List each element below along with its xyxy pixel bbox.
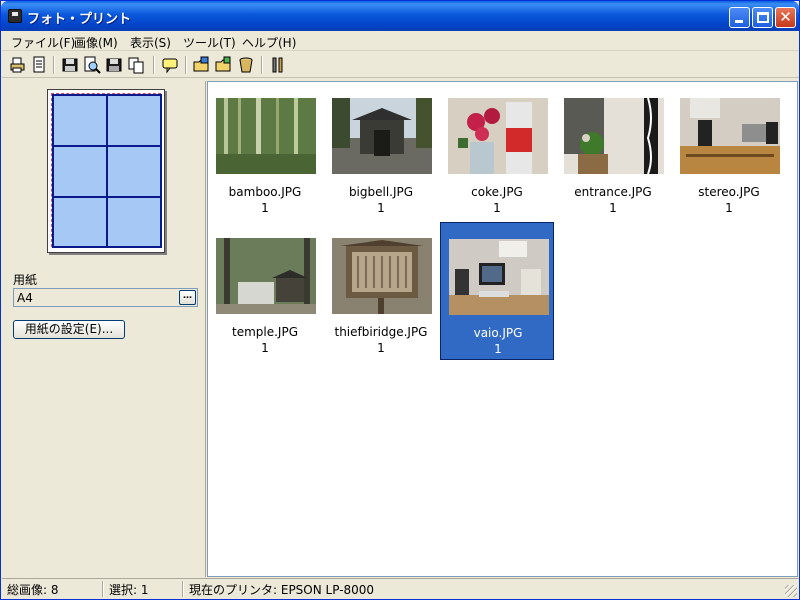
thumbnail-item[interactable]: temple.JPG 1 xyxy=(208,222,322,360)
menu-image[interactable]: 画像(M) xyxy=(74,34,118,51)
thumbnail-image-bamboo xyxy=(216,98,316,174)
layout-cell xyxy=(52,94,108,147)
thumbnail-name: vaio.JPG xyxy=(473,326,523,340)
zoom-print-icon[interactable] xyxy=(83,56,101,74)
printable-area xyxy=(51,93,162,248)
thumbnail-image-stereo xyxy=(680,98,780,174)
status-divider xyxy=(102,581,104,597)
menu-help[interactable]: ヘルプ(H) xyxy=(242,34,296,51)
paper-label: 用紙 xyxy=(13,273,38,287)
toolbar-separator xyxy=(53,56,55,74)
thumbnail-name: bamboo.JPG xyxy=(228,185,302,199)
copy-icon[interactable] xyxy=(127,56,145,74)
comment-icon[interactable] xyxy=(161,56,179,74)
paper-size-value: A4 xyxy=(17,291,33,305)
thumbnail-name: coke.JPG xyxy=(471,185,523,199)
thumbnail-grid[interactable]: bamboo.JPG 1 bigbell.JPG 1 coke.JPG 1 en… xyxy=(207,81,798,577)
open-folder-icon[interactable] xyxy=(193,56,211,74)
thumbnail-item[interactable]: bamboo.JPG 1 xyxy=(208,82,322,220)
add-folder-icon[interactable] xyxy=(215,56,233,74)
status-total-images: 総画像: 8 xyxy=(7,583,59,597)
thumbnail-image-entrance xyxy=(564,98,664,174)
status-divider xyxy=(182,581,184,597)
thumbnail-image-vaio xyxy=(449,239,549,315)
menu-bar: ファイル(F) 画像(M) 表示(S) ツール(T) ヘルプ(H) xyxy=(2,31,799,51)
thumbnail-count: 1 xyxy=(261,201,269,215)
thumbnail-image-thiefbiridge xyxy=(332,238,432,314)
layout-cell xyxy=(106,145,162,198)
save-as-icon[interactable] xyxy=(105,56,123,74)
thumbnail-count: 1 xyxy=(609,201,617,215)
maximize-icon xyxy=(757,12,769,23)
print-icon[interactable] xyxy=(9,56,27,74)
thumbnail-image-bigbell xyxy=(332,98,432,174)
paper-size-field[interactable]: A4 … xyxy=(13,288,198,307)
thumbnail-item[interactable]: thiefbiridge.JPG 1 xyxy=(324,222,438,360)
window-title: フォト・プリント xyxy=(27,12,132,27)
toolbar-separator xyxy=(153,56,155,74)
thumbnail-count: 1 xyxy=(377,341,385,355)
thumbnail-name: bigbell.JPG xyxy=(348,185,414,199)
layout-cell xyxy=(52,145,108,198)
maximize-button[interactable] xyxy=(752,7,773,28)
thumbnail-count: 1 xyxy=(494,342,502,356)
layout-cell xyxy=(106,196,162,248)
print-settings-pane: 用紙 A4 … 用紙の設定(E)... xyxy=(4,81,206,577)
preview-icon[interactable] xyxy=(31,56,49,74)
menu-tools[interactable]: ツール(T) xyxy=(183,34,236,51)
toolbar xyxy=(2,52,799,78)
title-bar[interactable]: フォト・プリント ✕ xyxy=(1,1,799,31)
status-bar: 総画像: 8 選択: 1 現在のプリンタ: EPSON LP-8000 xyxy=(2,578,799,599)
minimize-button[interactable] xyxy=(729,7,750,28)
printer-app-icon xyxy=(8,9,22,23)
menu-file[interactable]: ファイル(F) xyxy=(11,34,75,51)
paper-setup-button[interactable]: 用紙の設定(E)... xyxy=(13,320,125,339)
thumbnail-image-temple xyxy=(216,238,316,314)
resize-grip-icon[interactable] xyxy=(785,585,797,597)
thumbnail-item[interactable]: entrance.JPG 1 xyxy=(556,82,670,220)
status-selected-count: 選択: 1 xyxy=(109,583,149,597)
paper-layout-preview[interactable] xyxy=(47,89,165,253)
thumbnail-name: entrance.JPG xyxy=(574,185,652,199)
settings-icon[interactable] xyxy=(269,56,287,74)
layout-cell xyxy=(106,94,162,147)
trash-icon[interactable] xyxy=(237,56,255,74)
menu-view[interactable]: 表示(S) xyxy=(130,34,171,51)
thumbnail-item[interactable]: bigbell.JPG 1 xyxy=(324,82,438,220)
main-window: フォト・プリント ✕ ファイル(F) 画像(M) 表示(S) ツール(T) ヘル… xyxy=(0,0,800,600)
thumbnail-count: 1 xyxy=(725,201,733,215)
paper-browse-button[interactable]: … xyxy=(179,290,196,305)
thumbnail-name: stereo.JPG xyxy=(698,185,760,199)
thumbnail-item[interactable]: stereo.JPG 1 xyxy=(672,82,786,220)
thumbnail-item-selected[interactable]: vaio.JPG 1 xyxy=(440,222,554,360)
status-current-printer: 現在のプリンタ: EPSON LP-8000 xyxy=(189,583,375,597)
thumbnail-name: temple.JPG xyxy=(232,325,298,339)
save-icon[interactable] xyxy=(61,56,79,74)
thumbnail-name: thiefbiridge.JPG xyxy=(334,325,428,339)
minimize-icon xyxy=(735,20,743,23)
thumbnail-count: 1 xyxy=(493,201,501,215)
toolbar-separator xyxy=(185,56,187,74)
thumbnail-count: 1 xyxy=(261,341,269,355)
toolbar-separator xyxy=(261,56,263,74)
thumbnail-count: 1 xyxy=(377,201,385,215)
close-button[interactable]: ✕ xyxy=(775,7,796,28)
thumbnail-item[interactable]: coke.JPG 1 xyxy=(440,82,554,220)
close-icon: ✕ xyxy=(779,8,792,26)
layout-cell xyxy=(52,196,108,248)
thumbnail-image-coke xyxy=(448,98,548,174)
